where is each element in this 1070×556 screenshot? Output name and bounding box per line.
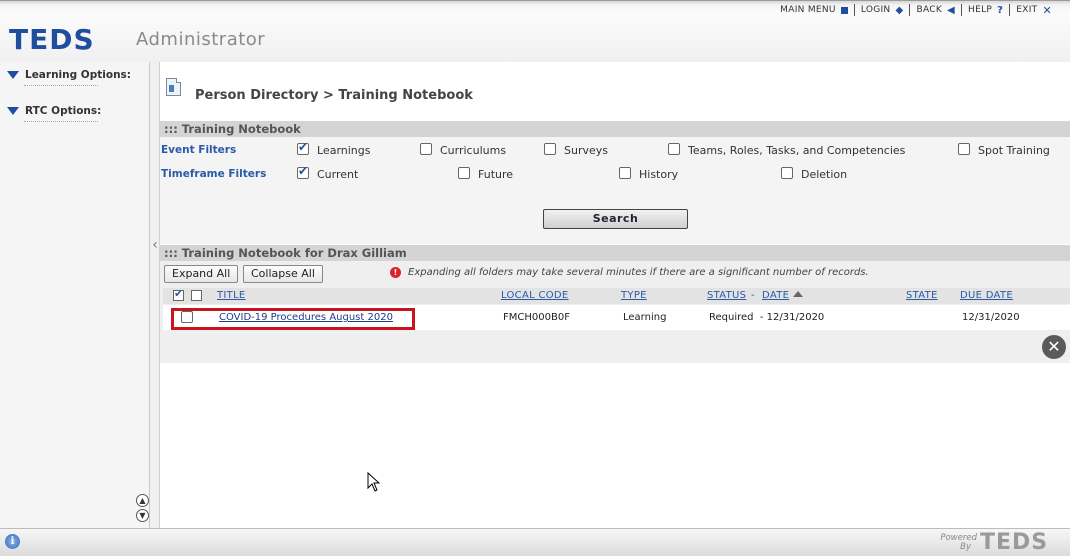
- back-link[interactable]: BACK ◀: [909, 4, 961, 16]
- expand-all-button[interactable]: Expand All: [164, 265, 239, 283]
- info-icon[interactable]: i: [5, 534, 20, 549]
- svg-text:TEDS: TEDS: [980, 530, 1048, 552]
- col-due-date[interactable]: DUE DATE: [960, 290, 1013, 301]
- results-header: ::: Training Notebook for Drax Gilliam: [160, 245, 1070, 261]
- col-type[interactable]: TYPE: [621, 290, 647, 301]
- row-local-code: FMCH000B0F: [503, 312, 570, 323]
- sidebar-splitter[interactable]: [150, 62, 160, 528]
- mouse-cursor-icon: [367, 472, 381, 492]
- svg-text:TEDS: TEDS: [9, 26, 95, 52]
- filter-teams-roles-tasks[interactable]: Teams, Roles, Tasks, and Competencies: [668, 142, 906, 157]
- filter-deletion[interactable]: Deletion: [781, 166, 848, 181]
- top-bar: MAIN MENU LOGIN ◆ BACK ◀ HELP ? EXIT ✕ T…: [0, 0, 1070, 62]
- timeframe-filters-label: Timeframe Filters: [161, 168, 267, 180]
- expand-triangle-icon: [7, 71, 19, 79]
- training-notebook-header: ::: Training Notebook: [160, 121, 1070, 137]
- person-directory-icon: [166, 78, 181, 96]
- close-x-icon: ✕: [1042, 3, 1052, 17]
- history-checkbox[interactable]: [619, 166, 631, 179]
- surveys-checkbox[interactable]: [544, 142, 556, 155]
- divider: [24, 121, 98, 122]
- sidebar: Learning Options: RTC Options: ▲ ▼: [0, 62, 150, 528]
- login-label: LOGIN: [860, 5, 891, 15]
- row-due-date: 12/31/2020: [962, 312, 1020, 323]
- deletion-checkbox[interactable]: [781, 166, 793, 179]
- exit-label: EXIT: [1016, 5, 1038, 15]
- event-filters-label: Event Filters: [161, 144, 237, 156]
- login-link[interactable]: LOGIN ◆: [853, 4, 910, 16]
- warning-text: Expanding all folders may take several m…: [408, 267, 869, 278]
- by-label: By: [960, 542, 971, 552]
- col-state[interactable]: STATE: [906, 290, 938, 301]
- sidebar-item-learning-options[interactable]: Learning Options:: [0, 68, 131, 86]
- expand-triangle-icon: [7, 107, 19, 115]
- select-all-checkbox[interactable]: [191, 290, 202, 301]
- app-name: Administrator: [136, 29, 266, 50]
- scroll-down-icon[interactable]: ▼: [136, 509, 149, 522]
- filter-label: Future: [478, 168, 514, 181]
- check-all-icon[interactable]: [173, 287, 184, 301]
- footer: i Powered By TEDS: [0, 528, 1070, 556]
- square-icon: [840, 6, 848, 14]
- filter-label: Learnings: [317, 144, 371, 157]
- close-circle-icon[interactable]: ✕: [1042, 335, 1066, 359]
- main-menu-label: MAIN MENU: [780, 5, 836, 15]
- exit-link[interactable]: EXIT ✕: [1009, 3, 1058, 17]
- col-status-separator: -: [751, 290, 755, 301]
- spot-training-checkbox[interactable]: [958, 142, 970, 155]
- filter-label: Teams, Roles, Tasks, and Competencies: [688, 144, 906, 157]
- filter-label: Curriculums: [440, 144, 507, 157]
- help-label: HELP: [968, 5, 993, 15]
- collapse-sidebar-chevron-icon[interactable]: ‹: [151, 233, 159, 257]
- search-button[interactable]: Search: [543, 209, 688, 229]
- powered-label: Powered: [940, 533, 977, 543]
- filter-label: Spot Training: [978, 144, 1050, 157]
- main-menu-link[interactable]: MAIN MENU: [774, 4, 854, 16]
- col-status[interactable]: STATUS: [707, 290, 746, 301]
- teds-logo: TEDS: [9, 26, 133, 52]
- diamond-icon: ◆: [895, 4, 904, 16]
- top-menu: MAIN MENU LOGIN ◆ BACK ◀ HELP ? EXIT ✕: [774, 3, 1058, 17]
- filter-surveys[interactable]: Surveys: [544, 142, 608, 157]
- sidebar-item-label: Learning Options:: [25, 69, 131, 81]
- scroll-up-icon[interactable]: ▲: [136, 494, 149, 507]
- filter-history[interactable]: History: [619, 166, 679, 181]
- learnings-checkbox[interactable]: [297, 140, 309, 155]
- help-link[interactable]: HELP ?: [961, 4, 1009, 16]
- col-local-code[interactable]: LOCAL CODE: [501, 290, 569, 301]
- filter-label: Deletion: [801, 168, 848, 181]
- current-checkbox[interactable]: [297, 164, 309, 179]
- back-arrow-icon: ◀: [947, 4, 956, 16]
- row-status-date: Required - 12/31/2020: [709, 312, 825, 323]
- teams-roles-checkbox[interactable]: [668, 142, 680, 155]
- filter-learnings[interactable]: Learnings: [297, 140, 371, 157]
- breadcrumb: Person Directory > Training Notebook: [195, 88, 473, 103]
- teds-footer-logo: TEDS: [980, 530, 1048, 552]
- row-type: Learning: [623, 312, 667, 323]
- back-label: BACK: [916, 5, 943, 15]
- col-date[interactable]: DATE: [762, 290, 789, 301]
- main-content: Person Directory > Training Notebook :::…: [160, 62, 1070, 528]
- col-title[interactable]: TITLE: [217, 290, 246, 301]
- warning-message: ! Expanding all folders may take several…: [390, 267, 869, 278]
- question-icon: ?: [997, 4, 1004, 16]
- future-checkbox[interactable]: [458, 166, 470, 179]
- powered-by-teds-logo: Powered By TEDS: [940, 530, 1064, 552]
- divider: [24, 85, 98, 86]
- filter-label: History: [639, 168, 679, 181]
- filter-current[interactable]: Current: [297, 164, 359, 181]
- collapse-all-button[interactable]: Collapse All: [243, 265, 323, 283]
- sort-up-icon[interactable]: [793, 291, 803, 297]
- filter-curriculums[interactable]: Curriculums: [420, 142, 507, 157]
- filter-label: Surveys: [564, 144, 608, 157]
- warning-icon: !: [390, 267, 401, 278]
- sidebar-item-rtc-options[interactable]: RTC Options:: [0, 104, 101, 122]
- curriculums-checkbox[interactable]: [420, 142, 432, 155]
- filter-future[interactable]: Future: [458, 166, 514, 181]
- highlight-box: [171, 308, 415, 330]
- filter-label: Current: [317, 168, 359, 181]
- sidebar-item-label: RTC Options:: [25, 105, 102, 117]
- filter-spot-training[interactable]: Spot Training: [958, 142, 1050, 157]
- table-header: TITLE LOCAL CODE TYPE STATUS - DATE STAT…: [163, 287, 1070, 304]
